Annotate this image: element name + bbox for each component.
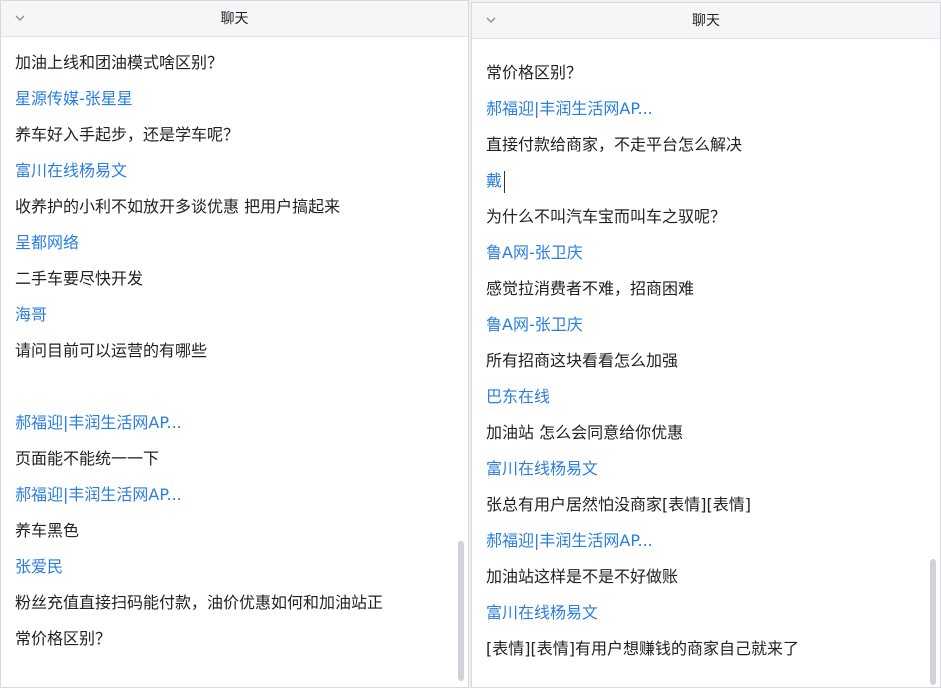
message-label: 页面能不能统一一下 [15, 449, 160, 468]
message-text: 张总有用户居然怕没商家[表情][表情] [486, 487, 926, 523]
message-text: 加油站这样是不是不好做账 [486, 559, 926, 595]
message-text: 养车黑色 [15, 513, 454, 549]
message-text: 直接付款给商家，不走平台怎么解决 [486, 127, 926, 163]
message-label: 为什么不叫汽车宝而叫车之驭呢？ [486, 207, 727, 226]
message-text: 二手车要尽快开发 [15, 261, 454, 297]
sender-name[interactable]: 富川在线杨易文 [486, 595, 926, 631]
message-text: 请问目前可以运营的有哪些 [15, 333, 454, 369]
chat-panel-right: 聊天 常价格区别？ 郝福迎|丰润生活网AP... 直接付款给商家，不走平台怎么解决戴… [471, 2, 941, 688]
message-text: 养车好入手起步，还是学车呢？ [15, 117, 454, 153]
sender-label: 富川在线杨易文 [486, 603, 599, 622]
sender-label: 巴东在线 [486, 387, 551, 406]
sender-label: 郝福迎|丰润生活网AP... [15, 413, 182, 432]
sender-name[interactable]: 郝福迎|丰润生活网AP... [486, 91, 926, 127]
sender-name[interactable]: 张爱民 [15, 549, 454, 585]
sender-label: 海哥 [15, 305, 48, 324]
message-text: 页面能不能统一一下 [15, 441, 454, 477]
message-label: 二手车要尽快开发 [15, 269, 144, 288]
sender-name[interactable]: 鲁A网-张卫庆 [486, 307, 926, 343]
message-label: 常价格区别？ [15, 629, 112, 648]
message-label: 加油上线和团油模式啥区别？ [15, 53, 224, 72]
message-text: 所有招商这块看看怎么加强 [486, 343, 926, 379]
message-label: 养车黑色 [15, 521, 80, 540]
message-text: 收养护的小利不如放开多谈优惠 把用户搞起来 [15, 189, 454, 225]
sender-label: 张爱民 [15, 557, 64, 576]
chat-header: 聊天 [472, 3, 940, 39]
scrollbar-thumb[interactable] [458, 541, 464, 681]
message-text: 粉丝充值直接扫码能付款，油价优惠如何和加油站正 [15, 585, 454, 621]
message-label: [表情][表情]有用户想赚钱的商家自己就来了 [486, 639, 799, 658]
sender-label: 富川在线杨易文 [486, 459, 599, 478]
sender-name[interactable]: 富川在线杨易文 [15, 153, 454, 189]
sender-label: 郝福迎|丰润生活网AP... [15, 485, 182, 504]
message-text: 加油站 怎么会同意给你优惠 [486, 415, 926, 451]
sender-label: 鲁A网-张卫庆 [486, 315, 583, 334]
message-label: 加油站 怎么会同意给你优惠 [486, 423, 684, 442]
message-text: 常价格区别？ [486, 55, 926, 91]
message-label: 直接付款给商家，不走平台怎么解决 [486, 135, 743, 154]
sender-name[interactable]: 郝福迎|丰润生活网AP... [15, 405, 454, 441]
sender-name[interactable]: 巴东在线 [486, 379, 926, 415]
sender-name[interactable]: 郝福迎|丰润生活网AP... [486, 523, 926, 559]
chat-panel-left: 聊天 加油上线和团油模式啥区别？ 星源传媒-张星星养车好入手起步，还是学车呢？ 富川… [0, 0, 469, 688]
sender-label: 郝福迎|丰润生活网AP... [486, 99, 653, 118]
sender-name[interactable]: 海哥 [15, 297, 454, 333]
message-label: 张总有用户居然怕没商家[表情][表情] [486, 495, 751, 514]
chat-title: 聊天 [220, 11, 249, 27]
message-text: 感觉拉消费者不难，招商困难 [486, 271, 926, 307]
message-label: 常价格区别？ [486, 63, 583, 82]
message-label: 请问目前可以运营的有哪些 [15, 341, 208, 360]
sender-name[interactable]: 鲁A网-张卫庆 [486, 235, 926, 271]
message-list: 常价格区别？ 郝福迎|丰润生活网AP... 直接付款给商家，不走平台怎么解决戴为什么… [486, 55, 926, 667]
message-text: 为什么不叫汽车宝而叫车之驭呢？ [486, 199, 926, 235]
chat-header: 聊天 [1, 1, 468, 37]
message-text: 加油上线和团油模式啥区别？ [15, 45, 454, 81]
message-label: 加油站这样是不是不好做账 [486, 567, 679, 586]
scrollbar-thumb[interactable] [930, 559, 936, 685]
message-label: 所有招商这块看看怎么加强 [486, 351, 679, 370]
chat-title: 聊天 [692, 13, 720, 29]
message-label: 养车好入手起步，还是学车呢？ [15, 125, 240, 144]
message-label: 粉丝充值直接扫码能付款，油价优惠如何和加油站正 [15, 593, 384, 612]
sender-name[interactable]: 星源传媒-张星星 [15, 81, 454, 117]
sender-name[interactable]: 郝福迎|丰润生活网AP... [15, 477, 454, 513]
sender-label: 鲁A网-张卫庆 [486, 243, 583, 262]
message-text: 常价格区别？ [15, 621, 454, 657]
sender-label: 郝福迎|丰润生活网AP... [486, 531, 653, 550]
sender-label: 星源传媒-张星星 [15, 89, 133, 108]
message-label: 感觉拉消费者不难，招商困难 [486, 279, 695, 298]
sender-name[interactable]: 呈都网络 [15, 225, 454, 261]
chat-screen: 聊天 加油上线和团油模式啥区别？ 星源传媒-张星星养车好入手起步，还是学车呢？ 富川… [0, 0, 941, 688]
message-text: [表情][表情]有用户想赚钱的商家自己就来了 [486, 631, 926, 667]
sender-label: 呈都网络 [15, 233, 80, 252]
sender-name[interactable]: 富川在线杨易文 [486, 451, 926, 487]
sender-label: 戴 [486, 171, 503, 190]
sender-name[interactable]: 戴 [486, 163, 926, 199]
message-list: 加油上线和团油模式啥区别？ 星源传媒-张星星养车好入手起步，还是学车呢？ 富川在线杨… [15, 45, 454, 657]
message-label: 收养护的小利不如放开多谈优惠 把用户搞起来 [15, 197, 341, 216]
text-cursor [504, 170, 506, 193]
sender-label: 富川在线杨易文 [15, 161, 128, 180]
